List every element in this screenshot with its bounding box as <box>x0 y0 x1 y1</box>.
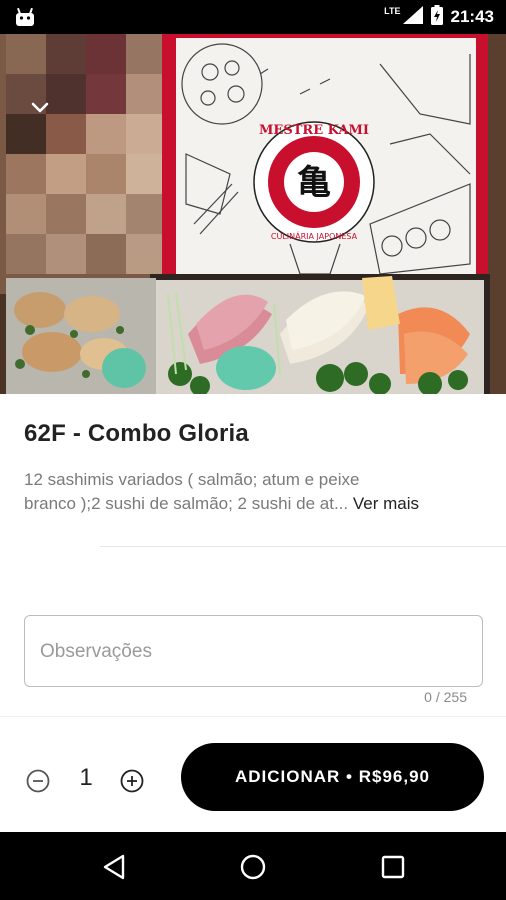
description-line-2: branco );2 sushi de salmão; 2 sushi de a… <box>24 492 490 516</box>
status-bar: LTE 21:43 <box>0 0 506 34</box>
battery-icon <box>430 4 443 30</box>
recents-square-icon <box>378 855 408 886</box>
increase-quantity-button[interactable] <box>120 769 144 793</box>
back-button[interactable] <box>100 852 130 882</box>
network-type: LTE <box>384 6 401 16</box>
product-image: 亀 MESTRE KAMI CULINÁRIA JAPONESA <box>0 34 506 394</box>
plus-circle-icon <box>120 769 144 797</box>
minus-circle-icon <box>26 769 50 797</box>
home-circle-icon <box>238 854 268 886</box>
add-to-cart-button[interactable]: ADICIONAR • R$96,90 <box>181 743 484 811</box>
home-button[interactable] <box>238 852 268 882</box>
add-to-cart-bar: 1 ADICIONAR • R$96,90 <box>0 716 506 832</box>
notes-field[interactable] <box>24 615 483 687</box>
svg-text:亀: 亀 <box>297 163 331 203</box>
notes-char-counter: 0 / 255 <box>424 689 467 705</box>
description-line-1: 12 sashimis variados ( salmão; atum e pe… <box>24 470 360 489</box>
quantity-value: 1 <box>79 764 93 791</box>
decrease-quantity-button[interactable] <box>26 769 50 793</box>
product-title: 62F - Combo Gloria <box>24 420 249 447</box>
clock: 21:43 <box>450 7 494 26</box>
description-line-2-text: branco );2 sushi de salmão; 2 sushi de a… <box>24 494 349 513</box>
svg-text:MESTRE KAMI: MESTRE KAMI <box>259 123 369 138</box>
recents-button[interactable] <box>378 852 408 882</box>
divider <box>100 546 506 547</box>
signal-icon <box>402 5 423 29</box>
collapse-button[interactable] <box>22 90 58 126</box>
notes-input[interactable] <box>40 638 460 666</box>
read-more-link[interactable]: Ver mais <box>353 494 419 513</box>
svg-text:CULINÁRIA JAPONESA: CULINÁRIA JAPONESA <box>271 230 358 241</box>
system-nav-bar <box>0 832 506 900</box>
chevron-down-icon <box>31 102 49 114</box>
product-description: 12 sashimis variados ( salmão; atum e pe… <box>24 468 490 516</box>
android-icon <box>14 7 36 27</box>
back-triangle-icon <box>100 854 130 886</box>
